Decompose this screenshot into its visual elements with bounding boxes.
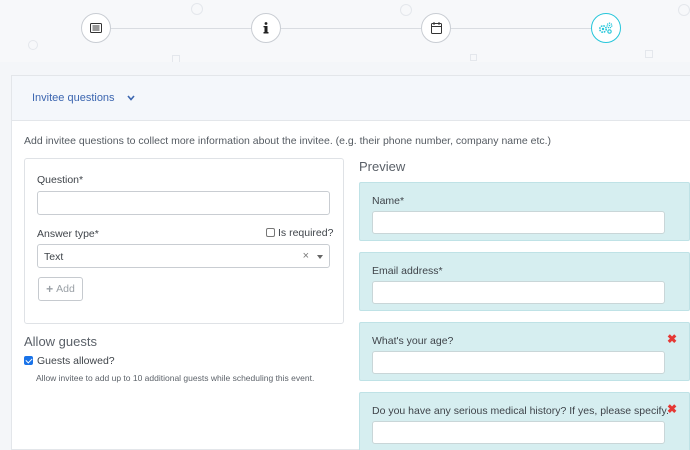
preview-question: Name* bbox=[359, 182, 690, 241]
answer-type-select[interactable]: Text × bbox=[37, 244, 330, 268]
stepper-bar bbox=[0, 0, 690, 62]
decor-circle bbox=[191, 3, 203, 15]
question-form: Question* Answer type* Is required? Text… bbox=[24, 158, 344, 324]
preview-answer-input[interactable] bbox=[372, 211, 665, 234]
step-connector bbox=[451, 28, 591, 29]
calendar-icon bbox=[430, 22, 442, 34]
guests-help-text: Allow invitee to add up to 10 additional… bbox=[36, 373, 315, 383]
delete-question-icon[interactable]: ✖ bbox=[667, 332, 677, 346]
decor-square bbox=[645, 50, 653, 58]
allow-guests-title: Allow guests bbox=[24, 334, 97, 349]
step-schedule[interactable] bbox=[421, 13, 451, 43]
preview-question-label: Do you have any serious medical history?… bbox=[372, 405, 669, 417]
gears-icon bbox=[598, 22, 614, 34]
decor-circle bbox=[400, 4, 412, 16]
preview-title: Preview bbox=[359, 159, 406, 174]
invitee-questions-card: Invitee questions Add invitee questions … bbox=[11, 75, 690, 450]
delete-question-icon[interactable]: ✖ bbox=[667, 402, 677, 416]
decor-circle bbox=[678, 4, 690, 16]
guests-allowed-checkbox[interactable] bbox=[24, 356, 33, 365]
decor-square bbox=[470, 54, 477, 61]
preview-answer-input[interactable] bbox=[372, 281, 665, 304]
add-button-label: Add bbox=[56, 283, 75, 295]
decor-square bbox=[172, 55, 180, 62]
answer-type-label: Answer type* bbox=[37, 228, 99, 240]
step-connector bbox=[111, 28, 251, 29]
list-icon bbox=[90, 23, 102, 33]
clear-icon[interactable]: × bbox=[303, 250, 309, 262]
guests-allowed-label: Guests allowed? bbox=[37, 355, 115, 367]
info-icon bbox=[263, 22, 269, 34]
caret-down-icon[interactable] bbox=[317, 255, 323, 259]
preview-answer-input[interactable] bbox=[372, 421, 665, 444]
intro-text: Add invitee questions to collect more in… bbox=[24, 135, 552, 147]
section-title[interactable]: Invitee questions bbox=[32, 92, 115, 104]
add-question-button[interactable]: + Add bbox=[38, 277, 83, 301]
preview-question: Email address* bbox=[359, 252, 690, 311]
answer-type-value: Text bbox=[44, 251, 64, 263]
question-input[interactable] bbox=[37, 191, 330, 215]
step-settings[interactable] bbox=[591, 13, 621, 43]
is-required-checkbox[interactable] bbox=[266, 228, 275, 237]
preview-question-label: Email address* bbox=[372, 265, 443, 277]
preview-question: What's your age? ✖ bbox=[359, 322, 690, 381]
preview-question-label: Name* bbox=[372, 195, 405, 207]
step-details[interactable] bbox=[81, 13, 111, 43]
plus-icon: + bbox=[46, 282, 54, 296]
preview-answer-input[interactable] bbox=[372, 351, 665, 374]
chevron-down-icon[interactable] bbox=[126, 95, 135, 101]
is-required-label: Is required? bbox=[278, 227, 334, 239]
preview-question: Do you have any serious medical history?… bbox=[359, 392, 690, 450]
step-info[interactable] bbox=[251, 13, 281, 43]
preview-question-label: What's your age? bbox=[372, 335, 454, 347]
step-connector bbox=[281, 28, 421, 29]
decor-circle bbox=[28, 40, 38, 50]
card-header[interactable]: Invitee questions bbox=[12, 76, 690, 121]
question-label: Question* bbox=[37, 174, 84, 186]
